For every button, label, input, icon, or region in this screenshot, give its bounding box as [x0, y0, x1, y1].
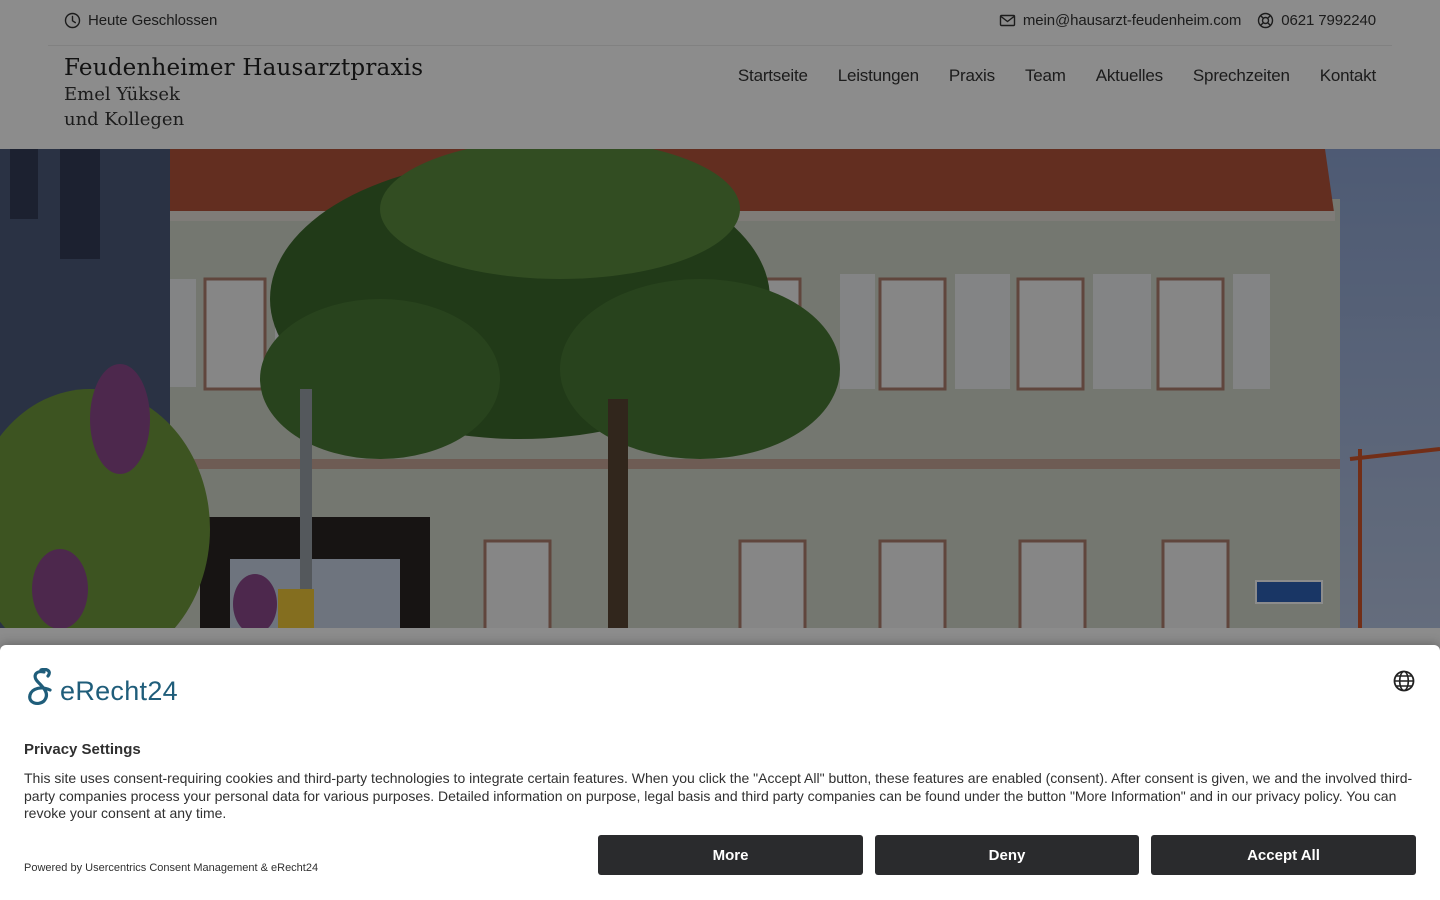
erecht24-symbol-icon	[28, 668, 52, 706]
email-link[interactable]: mein@hausarzt-feudenheim.com	[999, 12, 1241, 29]
brand-title[interactable]: Feudenheimer Hausarztpraxis	[64, 54, 423, 82]
opening-status: Heute Geschlossen	[64, 12, 217, 29]
mail-icon	[999, 12, 1016, 29]
opening-status-text: Heute Geschlossen	[88, 12, 218, 29]
deny-button[interactable]: Deny	[875, 835, 1139, 875]
main-nav: Startseite Leistungen Praxis Team Aktuel…	[708, 66, 1376, 86]
accept-all-button[interactable]: Accept All	[1151, 835, 1416, 875]
consent-banner: eRecht24 Privacy Settings This site uses…	[0, 645, 1440, 900]
privacy-settings-title: Privacy Settings	[24, 741, 141, 758]
nav-item-startseite[interactable]: Startseite	[738, 66, 808, 86]
site-header: Heute Geschlossen mein@hausarzt-feudenhe…	[0, 0, 1440, 149]
hero-image	[0, 149, 1440, 628]
lifebuoy-icon	[1257, 12, 1274, 29]
phone-link[interactable]: 0621 7992240	[1257, 12, 1376, 29]
site-brand[interactable]: Feudenheimer Hausarztpraxis Emel Yüksek …	[64, 54, 423, 132]
phone-text[interactable]: 0621 7992240	[1281, 12, 1376, 29]
erecht24-logo: eRecht24	[24, 668, 178, 706]
email-text[interactable]: mein@hausarzt-feudenheim.com	[1023, 12, 1241, 29]
nav-item-leistungen[interactable]: Leistungen	[838, 66, 919, 86]
clock-icon	[64, 12, 81, 29]
privacy-description: This site uses consent-requiring cookies…	[24, 770, 1413, 821]
language-globe-icon[interactable]	[1392, 669, 1416, 693]
erecht24-logo-text: eRecht24	[60, 676, 178, 706]
nav-item-kontakt[interactable]: Kontakt	[1320, 66, 1376, 86]
nav-item-aktuelles[interactable]: Aktuelles	[1096, 66, 1163, 86]
building-illustration	[0, 149, 1440, 628]
nav-item-sprechzeiten[interactable]: Sprechzeiten	[1193, 66, 1290, 86]
top-info-bar: Heute Geschlossen mein@hausarzt-feudenhe…	[48, 0, 1392, 46]
powered-by-note: Powered by Usercentrics Consent Manageme…	[24, 862, 319, 874]
nav-item-praxis[interactable]: Praxis	[949, 66, 995, 86]
nav-item-team[interactable]: Team	[1025, 66, 1066, 86]
brand-colleagues: und Kollegen	[64, 109, 185, 130]
more-button[interactable]: More	[598, 835, 863, 875]
brand-doctor: Emel Yüksek	[64, 84, 180, 105]
